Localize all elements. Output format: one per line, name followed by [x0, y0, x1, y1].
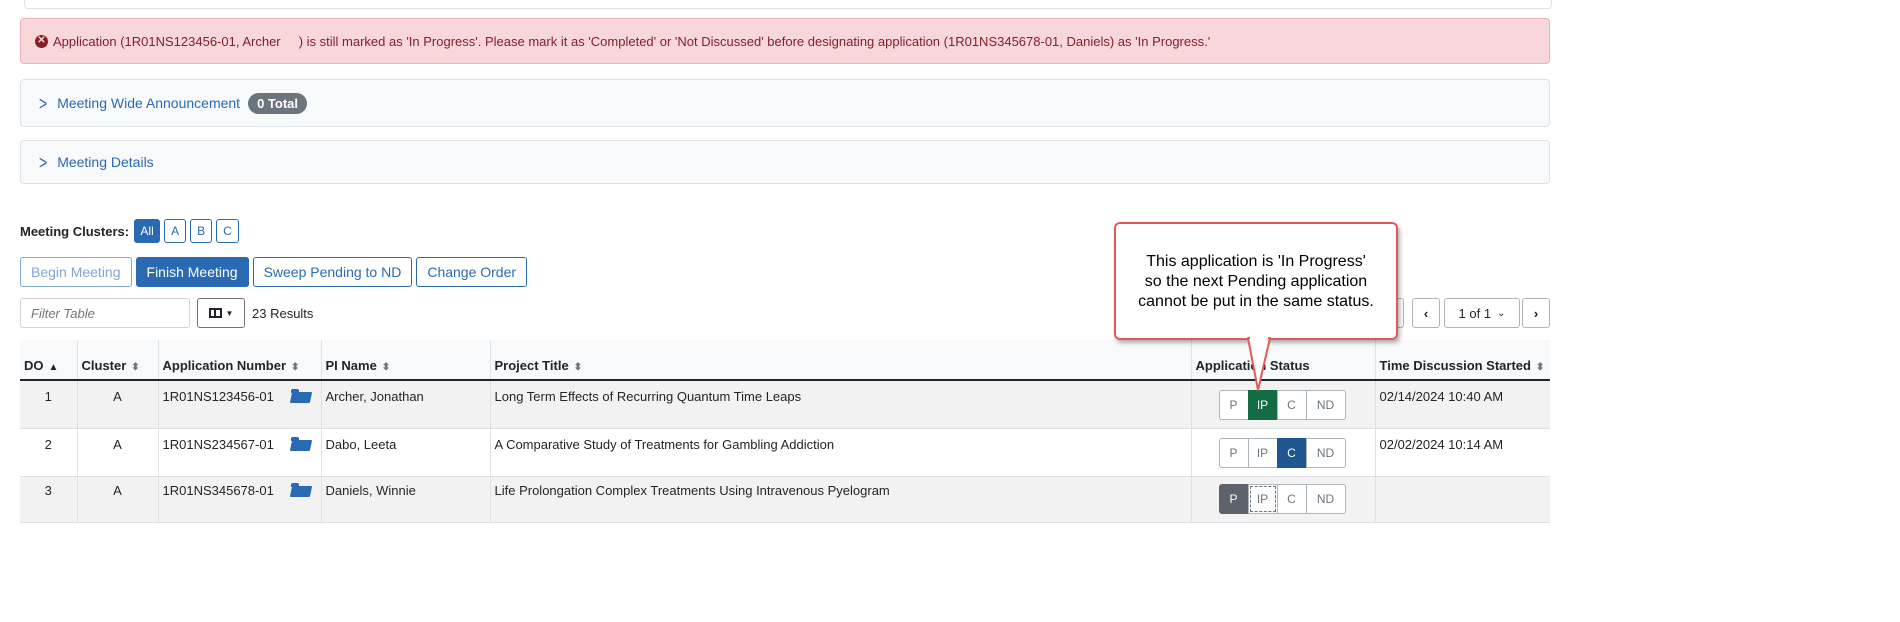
announcement-count-badge: 0 Total — [248, 92, 308, 114]
folder-open-icon[interactable] — [290, 389, 311, 403]
column-header-application-number[interactable]: Application Number ⬍ — [158, 340, 322, 381]
column-chooser-button[interactable]: ▼ — [197, 298, 245, 328]
caret-down-icon: ▼ — [225, 308, 234, 318]
cluster-c-button[interactable]: C — [216, 219, 239, 243]
error-circle-icon: ✕ — [35, 34, 48, 48]
column-header-pi-name[interactable]: PI Name ⬍ — [321, 340, 491, 381]
status-completed-button[interactable]: C — [1276, 438, 1307, 468]
error-alert-text: Application (1R01NS123456-01, Archer ) i… — [53, 33, 1211, 49]
chevron-right-icon: › — [1533, 305, 1539, 321]
pi-name-cell: Archer, Jonathan — [321, 380, 491, 429]
callout-line-3: cannot be put in the same status. — [1138, 293, 1374, 310]
filter-table-input[interactable] — [20, 298, 190, 328]
status-cell: P IP C ND — [1191, 380, 1376, 429]
error-alert: ✕ Application (1R01NS123456-01, Archer )… — [20, 18, 1550, 64]
status-completed-button[interactable]: C — [1276, 390, 1307, 420]
folder-open-icon[interactable] — [290, 483, 311, 497]
pager-prev-button[interactable]: ‹ — [1412, 298, 1440, 328]
table-row: 2 A 1R01NS234567-01 Dabo, Leeta A Compar… — [20, 428, 1550, 477]
status-button-group: P IP C ND — [1218, 484, 1346, 514]
change-order-button[interactable]: Change Order — [416, 257, 528, 287]
pi-name-cell: Dabo, Leeta — [321, 428, 491, 477]
table-row: 3 A 1R01NS345678-01 Daniels, Winnie Life… — [20, 476, 1550, 523]
chevron-right-icon[interactable]: > — [39, 92, 47, 114]
do-cell: 3 — [20, 476, 78, 523]
table-header-row: DO ▲ Cluster ⬍ Application Number ⬍ PI Name… — [20, 340, 1550, 381]
chevron-down-icon: ⌄ — [1497, 307, 1506, 319]
cluster-cell: A — [77, 380, 159, 429]
status-completed-button[interactable]: C — [1276, 484, 1307, 514]
application-number-text: 1R01NS345678-01 — [162, 483, 274, 498]
column-header-project-title[interactable]: Project Title ⬍ — [490, 340, 1192, 381]
status-in-progress-button[interactable]: IP — [1247, 438, 1278, 468]
status-not-discussed-button[interactable]: ND — [1305, 390, 1346, 420]
sort-icon: ⬍ — [131, 362, 140, 373]
chevron-right-icon[interactable]: > — [39, 151, 47, 173]
cluster-cell: A — [77, 428, 159, 477]
callout-line-1: This application is 'In Progress' — [1146, 253, 1366, 270]
application-number-text: 1R01NS123456-01 — [162, 389, 274, 404]
folder-open-icon[interactable] — [290, 437, 311, 451]
review-meeting-screen: ✕ Application (1R01NS123456-01, Archer )… — [0, 0, 1560, 523]
status-pending-button[interactable]: P — [1218, 390, 1249, 420]
column-header-application-status: Application Status — [1191, 340, 1376, 381]
columns-icon — [208, 308, 222, 318]
application-number-cell: 1R01NS234567-01 — [158, 428, 322, 477]
project-title-cell: Life Prolongation Complex Treatments Usi… — [490, 476, 1192, 523]
meeting-announcement-label[interactable]: Meeting Wide Announcement — [57, 95, 240, 111]
column-header-do[interactable]: DO ▲ — [20, 340, 78, 381]
annotation-callout: This application is 'In Progress' so the… — [1114, 222, 1398, 340]
status-pending-button[interactable]: P — [1218, 438, 1249, 468]
application-number-cell: 1R01NS345678-01 — [158, 476, 322, 523]
column-header-time-discussion[interactable]: Time Discussion Started ⬍ — [1375, 340, 1550, 381]
finish-meeting-button[interactable]: Finish Meeting — [135, 257, 249, 287]
status-not-discussed-button[interactable]: ND — [1305, 484, 1346, 514]
begin-meeting-button[interactable]: Begin Meeting — [20, 257, 132, 287]
do-cell: 2 — [20, 428, 78, 477]
top-panel-edge — [24, 0, 1552, 9]
pager-next-button[interactable]: › — [1522, 298, 1550, 328]
meeting-announcement-panel[interactable]: > Meeting Wide Announcement 0 Total — [20, 79, 1550, 127]
table-row: 1 A 1R01NS123456-01 Archer, Jonathan Lon… — [20, 380, 1550, 429]
cluster-b-button[interactable]: B — [190, 219, 213, 243]
applications-table: DO ▲ Cluster ⬍ Application Number ⬍ PI Name… — [20, 340, 1550, 523]
sort-icon: ⬍ — [573, 362, 583, 373]
meeting-clusters-label: Meeting Clusters: — [20, 223, 130, 239]
sort-icon: ⬍ — [381, 362, 391, 373]
time-discussion-cell: 02/14/2024 10:40 AM — [1375, 380, 1550, 429]
meeting-details-panel[interactable]: > Meeting Details — [20, 140, 1550, 184]
meeting-details-label[interactable]: Meeting Details — [57, 154, 154, 170]
status-in-progress-button[interactable]: IP — [1247, 484, 1278, 514]
status-button-group: P IP C ND — [1218, 390, 1346, 420]
cluster-a-button[interactable]: A — [164, 219, 187, 243]
callout-line-2: so the next Pending application — [1144, 273, 1368, 290]
application-number-cell: 1R01NS123456-01 — [158, 380, 322, 429]
sort-icon: ⬍ — [1535, 362, 1545, 373]
results-count: 23 Results — [252, 306, 314, 321]
project-title-cell: A Comparative Study of Treatments for Ga… — [490, 428, 1192, 477]
status-not-discussed-button[interactable]: ND — [1305, 438, 1346, 468]
do-cell: 1 — [20, 380, 78, 429]
status-pending-button[interactable]: P — [1218, 484, 1249, 514]
status-cell: P IP C ND — [1191, 428, 1376, 477]
chevron-left-icon: ‹ — [1423, 305, 1429, 321]
sweep-pending-button[interactable]: Sweep Pending to ND — [252, 257, 413, 287]
cluster-cell: A — [77, 476, 159, 523]
project-title-cell: Long Term Effects of Recurring Quantum T… — [490, 380, 1192, 429]
time-discussion-cell — [1375, 476, 1550, 523]
page-select-value: 1 of 1 — [1458, 305, 1492, 321]
sort-asc-icon: ▲ — [48, 362, 59, 373]
cluster-all-button[interactable]: All — [134, 219, 161, 243]
page-select[interactable]: 1 of 1 ⌄ — [1444, 298, 1520, 328]
application-number-text: 1R01NS234567-01 — [162, 437, 274, 452]
status-cell: P IP C ND — [1191, 476, 1376, 523]
sort-icon: ⬍ — [291, 362, 300, 373]
status-in-progress-button[interactable]: IP — [1247, 390, 1278, 420]
meeting-clusters: Meeting Clusters: All A B C — [20, 218, 243, 244]
status-button-group: P IP C ND — [1218, 438, 1346, 468]
column-header-cluster[interactable]: Cluster ⬍ — [77, 340, 159, 381]
pi-name-cell: Daniels, Winnie — [321, 476, 491, 523]
meeting-actions: Begin Meeting Finish Meeting Sweep Pendi… — [20, 257, 531, 287]
time-discussion-cell: 02/02/2024 10:14 AM — [1375, 428, 1550, 477]
